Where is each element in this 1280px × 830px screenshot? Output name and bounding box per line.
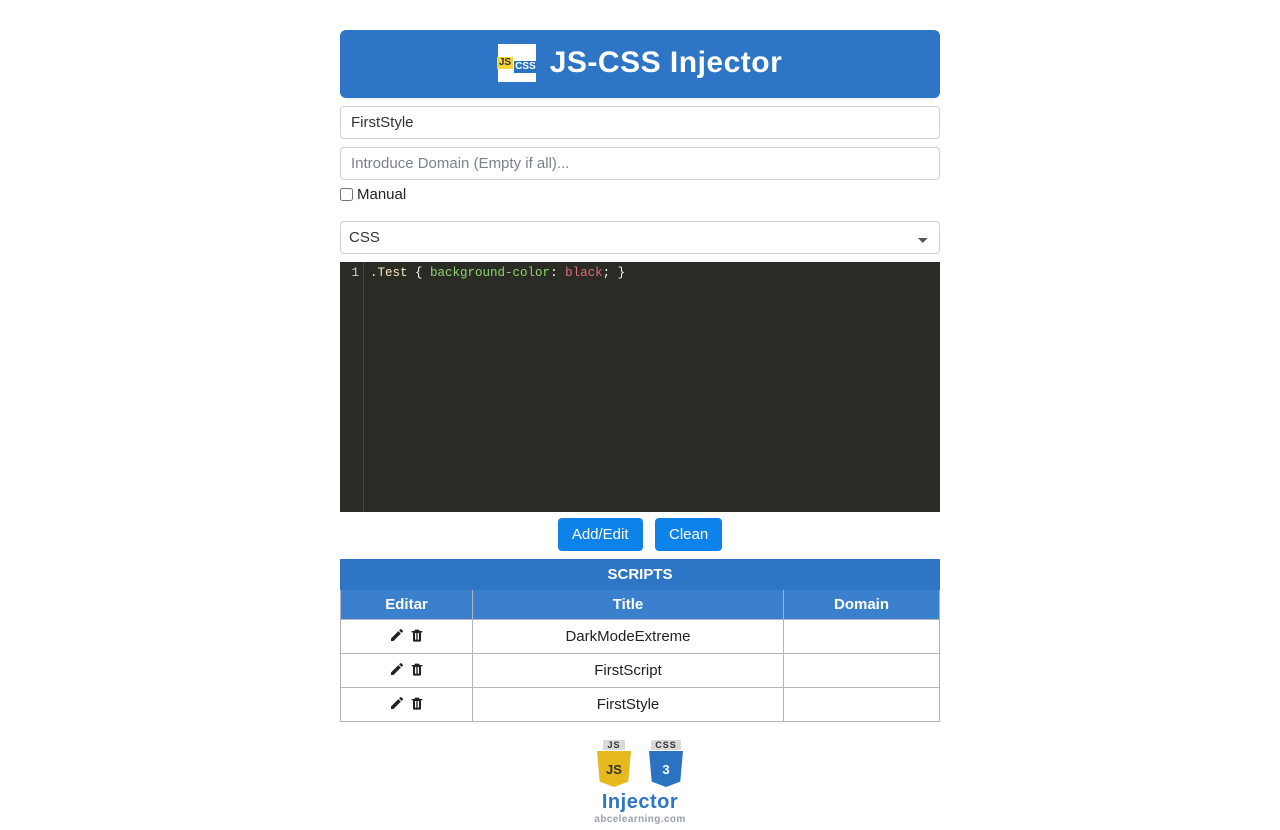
footer-title: Injector	[340, 791, 940, 814]
type-select[interactable]: CSS	[340, 221, 940, 254]
domain-cell	[784, 620, 940, 654]
table-caption: SCRIPTS	[341, 560, 940, 590]
title-cell: FirstStyle	[473, 688, 784, 722]
js-label: JS	[603, 740, 624, 750]
footer-subtitle: abcelearning.com	[340, 814, 940, 825]
title-cell: DarkModeExtreme	[473, 620, 784, 654]
js-logo: JS JS	[597, 740, 631, 787]
code-selector: .Test	[370, 266, 408, 280]
css-label: CSS	[651, 740, 681, 750]
domain-cell	[784, 688, 940, 722]
edit-cell	[341, 654, 473, 688]
delete-icon[interactable]	[408, 626, 426, 644]
table-row: DarkModeExtreme	[341, 620, 940, 654]
app-header: JS CSS JS-CSS Injector	[340, 30, 940, 98]
css-logo: CSS 3	[649, 740, 683, 787]
domain-cell	[784, 654, 940, 688]
editor-content[interactable]: .Test { background-color: black; }	[364, 262, 940, 512]
title-cell: FirstScript	[473, 654, 784, 688]
js-badge-icon: JS	[497, 57, 513, 69]
app-logo: JS CSS	[498, 44, 536, 82]
delete-icon[interactable]	[408, 660, 426, 678]
code-colon: :	[550, 266, 565, 280]
title-input[interactable]	[340, 106, 940, 139]
scripts-table: SCRIPTS Editar Title Domain DarkModeExtr…	[340, 559, 940, 722]
add-edit-button[interactable]: Add/Edit	[558, 518, 643, 551]
clean-button[interactable]: Clean	[655, 518, 722, 551]
col-title: Title	[473, 590, 784, 620]
editor-gutter: 1	[340, 262, 364, 512]
col-domain: Domain	[784, 590, 940, 620]
code-open: {	[408, 266, 431, 280]
manual-checkbox[interactable]	[340, 188, 353, 201]
domain-input[interactable]	[340, 147, 940, 180]
delete-icon[interactable]	[408, 694, 426, 712]
table-row: FirstScript	[341, 654, 940, 688]
edit-icon[interactable]	[388, 694, 406, 712]
edit-cell	[341, 688, 473, 722]
code-end: ; }	[603, 266, 626, 280]
code-value: black	[565, 266, 603, 280]
code-prop: background-color	[430, 266, 550, 280]
col-editar: Editar	[341, 590, 473, 620]
line-number: 1	[340, 266, 359, 280]
app-title: JS-CSS Injector	[550, 46, 783, 80]
manual-checkbox-row[interactable]: Manual	[340, 186, 940, 203]
js-shield-icon: JS	[597, 751, 631, 787]
footer: JS JS CSS 3 Injector abcelearning.com	[340, 740, 940, 825]
css-shield-icon: 3	[649, 751, 683, 787]
edit-icon[interactable]	[388, 626, 406, 644]
table-row: FirstStyle	[341, 688, 940, 722]
edit-icon[interactable]	[388, 660, 406, 678]
action-buttons: Add/Edit Clean	[340, 518, 940, 551]
edit-cell	[341, 620, 473, 654]
code-editor[interactable]: 1 .Test { background-color: black; }	[340, 262, 940, 512]
css-badge-icon: CSS	[514, 61, 537, 73]
manual-label: Manual	[357, 186, 406, 203]
